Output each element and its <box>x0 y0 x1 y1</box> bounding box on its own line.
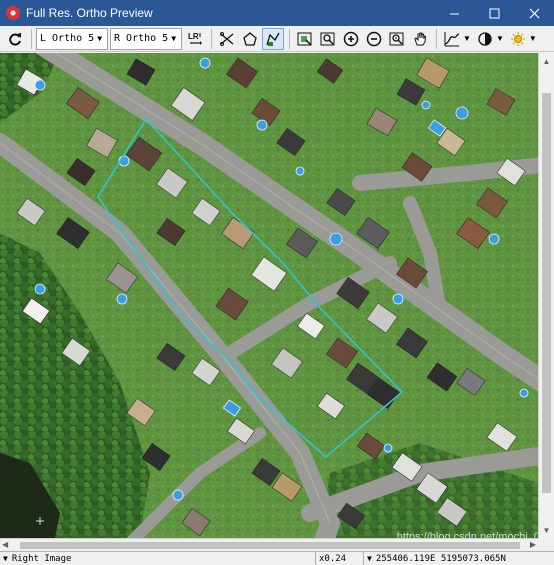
swap-images-icon: LR <box>188 32 203 45</box>
scroll-right-icon[interactable]: ▶ <box>530 540 536 549</box>
left-image-select[interactable]: L Ortho 5 ▼ <box>36 27 109 50</box>
ortho-preview-viewport[interactable] <box>0 53 538 538</box>
vertical-scroll-thumb[interactable] <box>542 93 551 493</box>
cut-seamline-button[interactable] <box>216 28 238 50</box>
close-button[interactable] <box>514 0 554 26</box>
scroll-left-icon[interactable]: ◀ <box>2 540 8 549</box>
brightness-button[interactable] <box>507 28 529 50</box>
contrast-button[interactable] <box>474 28 496 50</box>
edit-seamline-icon <box>266 32 280 46</box>
svg-text:LR: LR <box>188 32 199 41</box>
graph-adjust-icon <box>444 31 460 46</box>
zoom-out-button[interactable] <box>363 28 385 50</box>
right-image-label: R Ortho 5 <box>114 33 169 44</box>
chevron-down-icon[interactable]: ▼ <box>529 34 537 43</box>
status-bar: ▼ Right Image x0.24 ▼ 255406.119E 519507… <box>0 551 554 565</box>
zoom-window-button[interactable] <box>386 28 408 50</box>
zoom-to-layer-button[interactable] <box>317 28 339 50</box>
scroll-up-icon[interactable]: ▲ <box>539 53 554 69</box>
maximize-icon <box>489 8 499 18</box>
horizontal-scrollbar[interactable]: ◀ ▶ <box>0 538 538 551</box>
chevron-down-icon[interactable]: ▼ <box>463 34 471 43</box>
minimize-button[interactable] <box>434 0 474 26</box>
horizontal-scroll-thumb[interactable] <box>20 542 520 549</box>
status-coordinates-value: 255406.119E 5195073.065N <box>375 553 506 564</box>
chevron-down-icon: ▼ <box>171 34 177 43</box>
status-coordinates: ▼ 255406.119E 5195073.065N <box>364 552 554 565</box>
zoom-to-extent-button[interactable] <box>294 28 316 50</box>
chevron-down-icon: ▼ <box>3 554 8 563</box>
zoom-window-icon <box>389 32 404 45</box>
zoom-to-extent-icon <box>297 32 312 46</box>
orthophoto-image <box>0 53 538 538</box>
contrast-icon <box>478 31 492 46</box>
chevron-down-icon[interactable]: ▼ <box>367 554 372 563</box>
refresh-button[interactable] <box>4 28 26 50</box>
zoom-in-button[interactable] <box>340 28 362 50</box>
status-zoom: x0.24 <box>316 551 364 565</box>
maximize-button[interactable] <box>474 0 514 26</box>
vertical-scrollbar[interactable]: ▲ ▼ <box>538 53 554 538</box>
left-image-label: L Ortho 5 <box>40 33 95 44</box>
pan-icon <box>414 32 427 45</box>
polygon-tool-button[interactable] <box>239 28 261 50</box>
zoom-in-icon <box>343 31 359 46</box>
window-title: Full Res. Ortho Preview <box>26 6 153 20</box>
scroll-down-icon[interactable]: ▼ <box>539 522 554 538</box>
right-image-select[interactable]: R Ortho 5 ▼ <box>110 27 183 50</box>
edit-seamline-button[interactable] <box>262 27 285 50</box>
status-image[interactable]: ▼ Right Image <box>0 551 316 565</box>
toolbar: L Ortho 5 ▼ R Ortho 5 ▼ LR ▼ ▼ ▼ <box>0 26 554 52</box>
status-image-label: Right Image <box>11 553 72 564</box>
brightness-icon <box>510 31 525 46</box>
title-bar: Full Res. Ortho Preview <box>0 0 554 26</box>
chevron-down-icon[interactable]: ▼ <box>496 34 504 43</box>
zoom-to-layer-icon <box>320 32 335 45</box>
zoom-out-icon <box>366 31 382 46</box>
refresh-icon <box>9 32 21 45</box>
cut-seamline-icon <box>220 31 234 46</box>
minimize-icon <box>449 13 459 14</box>
close-icon <box>529 8 539 18</box>
swap-images-button[interactable]: LR <box>184 28 206 50</box>
app-icon <box>6 6 20 20</box>
polygon-icon <box>243 31 257 46</box>
graph-adjust-button[interactable] <box>441 28 463 50</box>
chevron-down-icon: ▼ <box>97 34 103 43</box>
pan-button[interactable] <box>409 28 431 50</box>
